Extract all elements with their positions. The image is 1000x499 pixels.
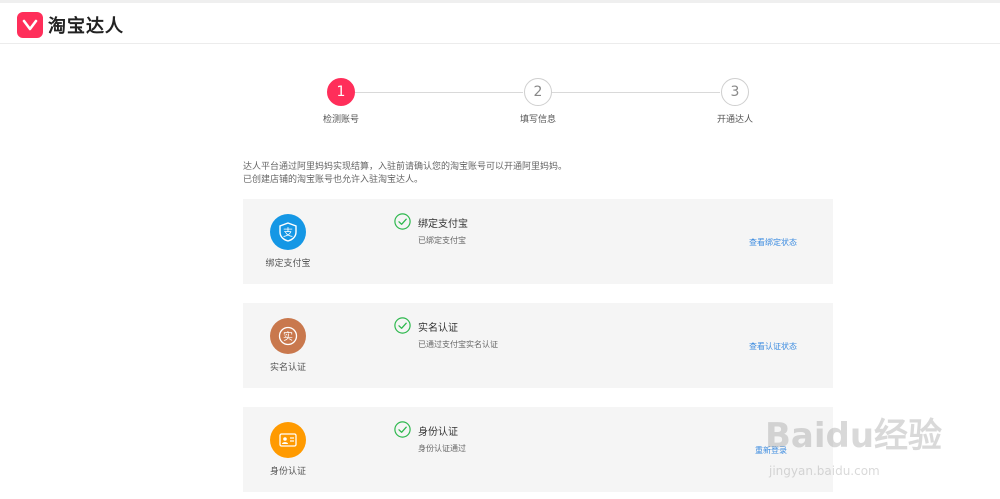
- view-verify-status-link[interactable]: 查看认证状态: [749, 341, 797, 352]
- notice-text: 达人平台通过阿里妈妈实现结算，入驻前请确认您的淘宝账号可以开通阿里妈妈。 已创建…: [243, 161, 567, 187]
- card-icon-label: 实名认证: [269, 363, 307, 373]
- progress-steps: 1 检测账号 2 填写信息 3 开通达人: [0, 78, 1000, 128]
- step-1-label: 检测账号: [322, 115, 360, 125]
- card-realname-verify: 实 实名认证 实名认证 已通过支付宝实名认证 查看认证状态: [243, 303, 833, 388]
- card-title: 身份认证: [418, 427, 458, 438]
- step-2-circle: 2: [524, 78, 552, 106]
- notice-line: 已创建店铺的淘宝账号也允许入驻淘宝达人。: [243, 175, 424, 185]
- step-3-circle: 3: [721, 78, 749, 106]
- taobao-daren-logo-icon: [17, 12, 43, 38]
- baidu-jingyan-watermark: Baidu经验 jingyan.baidu.com: [765, 388, 965, 498]
- realname-icon: 实: [270, 318, 306, 354]
- id-card-icon: [270, 422, 306, 458]
- alipay-icon: 支: [270, 214, 306, 250]
- check-circle-icon: [394, 421, 411, 438]
- watermark-brand: Baidu经验: [765, 416, 943, 456]
- check-circle-icon: [394, 213, 411, 230]
- logo[interactable]: 淘宝达人: [17, 12, 124, 38]
- step-connector: [355, 92, 523, 93]
- card-desc: 已通过支付宝实名认证: [418, 340, 498, 349]
- card-bind-alipay: 支 绑定支付宝 绑定支付宝 已绑定支付宝 查看绑定状态: [243, 199, 833, 284]
- step-connector: [552, 92, 720, 93]
- check-circle-icon: [394, 317, 411, 334]
- card-title: 实名认证: [418, 323, 458, 334]
- card-title: 绑定支付宝: [418, 219, 468, 230]
- step-3-label: 开通达人: [716, 115, 754, 125]
- view-bind-status-link[interactable]: 查看绑定状态: [749, 237, 797, 248]
- watermark-url: jingyan.baidu.com: [769, 464, 880, 478]
- header: 淘宝达人: [0, 3, 1000, 44]
- realname-glyph: 实: [283, 330, 293, 343]
- card-icon-label: 绑定支付宝: [265, 259, 311, 269]
- step-1-circle: 1: [327, 78, 355, 106]
- brand-name: 淘宝达人: [48, 16, 124, 37]
- card-desc: 已绑定支付宝: [418, 236, 466, 245]
- alipay-glyph: 支: [283, 227, 293, 239]
- notice-line: 达人平台通过阿里妈妈实现结算，入驻前请确认您的淘宝账号可以开通阿里妈妈。: [243, 162, 568, 172]
- card-desc: 身份认证通过: [418, 444, 466, 453]
- step-2-label: 填写信息: [519, 115, 557, 125]
- card-identity-verify: 身份认证 身份认证 身份认证通过 重新登录: [243, 407, 833, 492]
- card-icon-label: 身份认证: [269, 467, 307, 477]
